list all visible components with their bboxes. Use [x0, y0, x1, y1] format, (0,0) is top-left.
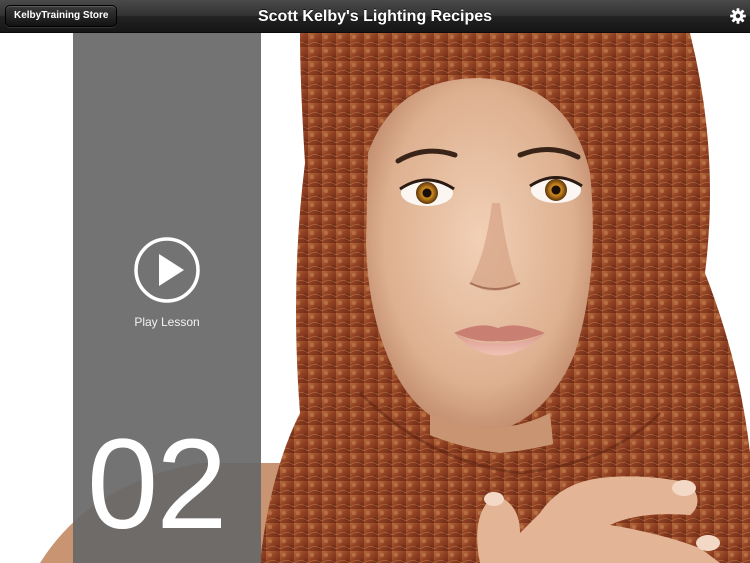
play-lesson-button[interactable]: [133, 236, 201, 304]
top-navigation-bar: KelbyTraining Store Scott Kelby's Lighti…: [0, 0, 750, 33]
play-lesson-label: Play Lesson: [134, 315, 200, 329]
lesson-panel: Play Lesson 02: [73, 33, 261, 563]
lesson-number: 02: [87, 413, 227, 556]
store-button[interactable]: KelbyTraining Store: [5, 5, 118, 27]
app-window: KelbyTraining Store Scott Kelby's Lighti…: [0, 0, 750, 563]
settings-button[interactable]: [729, 7, 747, 25]
play-circle-icon: [134, 237, 200, 303]
gear-icon: [730, 8, 746, 24]
